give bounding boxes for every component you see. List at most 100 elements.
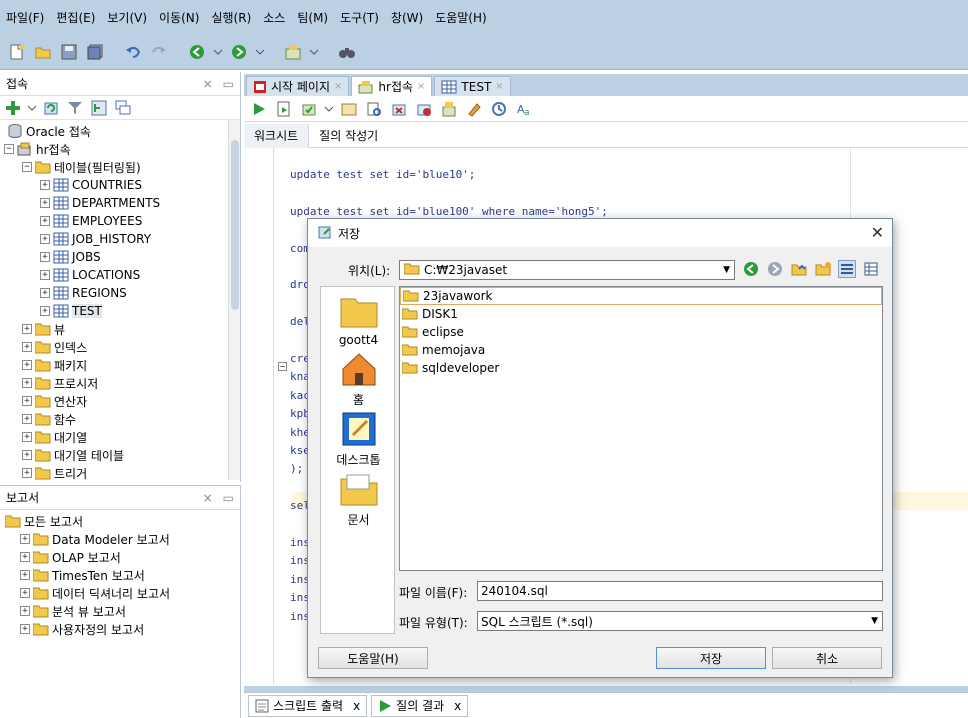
tree-item[interactable]: + 대기열 테이블 xyxy=(0,446,240,464)
open-folder-icon[interactable] xyxy=(34,43,52,61)
place-item[interactable]: 데스크톱 xyxy=(321,411,396,468)
look-in-dropdown[interactable]: C:₩23javaset ▼ xyxy=(399,260,735,280)
close-tab-icon[interactable]: x xyxy=(454,699,461,713)
close-icon[interactable]: × xyxy=(203,491,213,505)
tree-item[interactable]: + TimesTen 보고서 xyxy=(0,566,240,584)
sql-tuning-icon[interactable] xyxy=(440,100,458,118)
tree-item[interactable]: + 패키지 xyxy=(0,356,240,374)
tree-item[interactable]: + 사용자정의 보고서 xyxy=(0,620,240,638)
expand-icon[interactable]: + xyxy=(22,468,32,478)
place-item[interactable]: goott4 xyxy=(321,293,396,347)
filename-input[interactable]: 240104.sql xyxy=(477,581,883,601)
connections-scrollbar[interactable] xyxy=(228,120,240,480)
close-tab-icon[interactable]: × xyxy=(417,81,425,92)
close-icon[interactable]: ✕ xyxy=(871,223,884,242)
expand-icon[interactable]: + xyxy=(40,306,50,316)
list-view-icon[interactable] xyxy=(838,260,856,278)
history-icon[interactable] xyxy=(490,100,508,118)
menu-item[interactable]: 실행(R) xyxy=(211,9,251,26)
expand-icon[interactable]: + xyxy=(40,180,50,190)
close-tab-icon[interactable]: × xyxy=(334,81,342,92)
collapse-icon[interactable]: − xyxy=(4,144,14,154)
output-tab[interactable]: 질의 결과 x xyxy=(371,694,469,717)
copy-window-icon[interactable] xyxy=(114,99,132,117)
autotrace-icon[interactable] xyxy=(365,100,383,118)
expand-icon[interactable]: + xyxy=(20,606,30,616)
undo-icon[interactable] xyxy=(124,43,142,61)
tree-item[interactable]: + Data Modeler 보고서 xyxy=(0,530,240,548)
commit-icon[interactable] xyxy=(300,100,318,118)
expand-icon[interactable]: + xyxy=(40,216,50,226)
file-item[interactable]: 23javawork xyxy=(400,287,882,305)
filetype-select[interactable]: SQL 스크립트 (*.sql) ▼ xyxy=(477,611,883,631)
filter-icon[interactable] xyxy=(66,99,84,117)
expand-icon[interactable]: + xyxy=(40,234,50,244)
menu-item[interactable]: 이동(N) xyxy=(159,9,199,26)
expand-icon[interactable]: + xyxy=(22,414,32,424)
expand-icon[interactable]: + xyxy=(40,288,50,298)
tree-item[interactable]: − hr접속 xyxy=(0,140,240,158)
tree-item[interactable]: 모든 보고서 xyxy=(0,512,240,530)
run-script-icon[interactable] xyxy=(275,100,293,118)
chevron-down-icon[interactable] xyxy=(256,43,264,61)
expand-icon[interactable]: + xyxy=(22,324,32,334)
chevron-down-icon[interactable] xyxy=(325,100,333,118)
menu-item[interactable]: 팀(M) xyxy=(297,9,328,26)
scrollbar-thumb[interactable] xyxy=(231,140,239,310)
tree-item[interactable]: + REGIONS xyxy=(0,284,240,302)
expand-icon[interactable]: + xyxy=(22,360,32,370)
expand-icon[interactable]: + xyxy=(40,252,50,262)
expand-icon[interactable]: + xyxy=(22,432,32,442)
tree-item[interactable]: + JOB_HISTORY xyxy=(0,230,240,248)
editor-tab[interactable]: TEST × xyxy=(434,76,511,96)
collapse-icon[interactable]: − xyxy=(22,162,32,172)
tree-item[interactable]: + TEST xyxy=(0,302,240,320)
tree-item[interactable]: + 데이터 딕셔너리 보고서 xyxy=(0,584,240,602)
format-text-icon[interactable]: Aa xyxy=(515,100,533,118)
cancel-button[interactable]: 취소 xyxy=(772,647,882,669)
tree-item[interactable]: + 트리거 xyxy=(0,464,240,482)
tab-worksheet[interactable]: 워크시트 xyxy=(244,123,310,148)
tree-item[interactable]: − 테이블(필터링됨) xyxy=(0,158,240,176)
expand-icon[interactable]: + xyxy=(40,270,50,280)
tree-item[interactable]: + EMPLOYEES xyxy=(0,212,240,230)
place-item[interactable]: 홈 xyxy=(321,351,396,408)
place-item[interactable]: 문서 xyxy=(321,471,396,528)
save-button[interactable]: 저장 xyxy=(656,647,766,669)
file-item[interactable]: sqldeveloper xyxy=(400,359,882,377)
forward-icon[interactable] xyxy=(766,260,784,278)
tree-item[interactable]: + LOCATIONS xyxy=(0,266,240,284)
menu-item[interactable]: 도구(T) xyxy=(340,9,379,26)
expand-icon[interactable]: + xyxy=(22,342,32,352)
new-file-icon[interactable] xyxy=(8,43,26,61)
tree-item[interactable]: + DEPARTMENTS xyxy=(0,194,240,212)
file-item[interactable]: memojava xyxy=(400,341,882,359)
close-tab-icon[interactable]: × xyxy=(495,81,503,92)
add-connection-icon[interactable] xyxy=(4,99,22,117)
clear-icon[interactable] xyxy=(465,100,483,118)
run-statement-icon[interactable] xyxy=(250,100,268,118)
expand-icon[interactable]: + xyxy=(22,396,32,406)
tree-item[interactable]: + 프로시저 xyxy=(0,374,240,392)
tree-item[interactable]: Oracle 접속 xyxy=(0,122,240,140)
forward-icon[interactable] xyxy=(230,43,248,61)
refresh-icon[interactable] xyxy=(42,99,60,117)
menu-item[interactable]: 보기(V) xyxy=(107,9,147,26)
minimize-icon[interactable]: ▭ xyxy=(223,491,234,505)
expand-icon[interactable]: + xyxy=(20,570,30,580)
chevron-down-icon[interactable] xyxy=(28,99,36,117)
expand-icon[interactable]: + xyxy=(20,534,30,544)
save-all-icon[interactable] xyxy=(86,43,104,61)
cancel-query-icon[interactable] xyxy=(415,100,433,118)
rollback-icon[interactable] xyxy=(390,100,408,118)
menu-item[interactable]: 편집(E) xyxy=(56,9,95,26)
tree-item[interactable]: + OLAP 보고서 xyxy=(0,548,240,566)
expand-icon[interactable]: + xyxy=(22,378,32,388)
back-icon[interactable] xyxy=(188,43,206,61)
new-folder-icon[interactable] xyxy=(814,260,832,278)
file-item[interactable]: eclipse xyxy=(400,323,882,341)
expand-icon[interactable]: + xyxy=(20,624,30,634)
tab-query-builder[interactable]: 질의 작성기 xyxy=(309,124,388,148)
editor-tab[interactable]: 시작 페이지 × xyxy=(246,76,350,96)
close-icon[interactable]: × xyxy=(203,77,213,91)
